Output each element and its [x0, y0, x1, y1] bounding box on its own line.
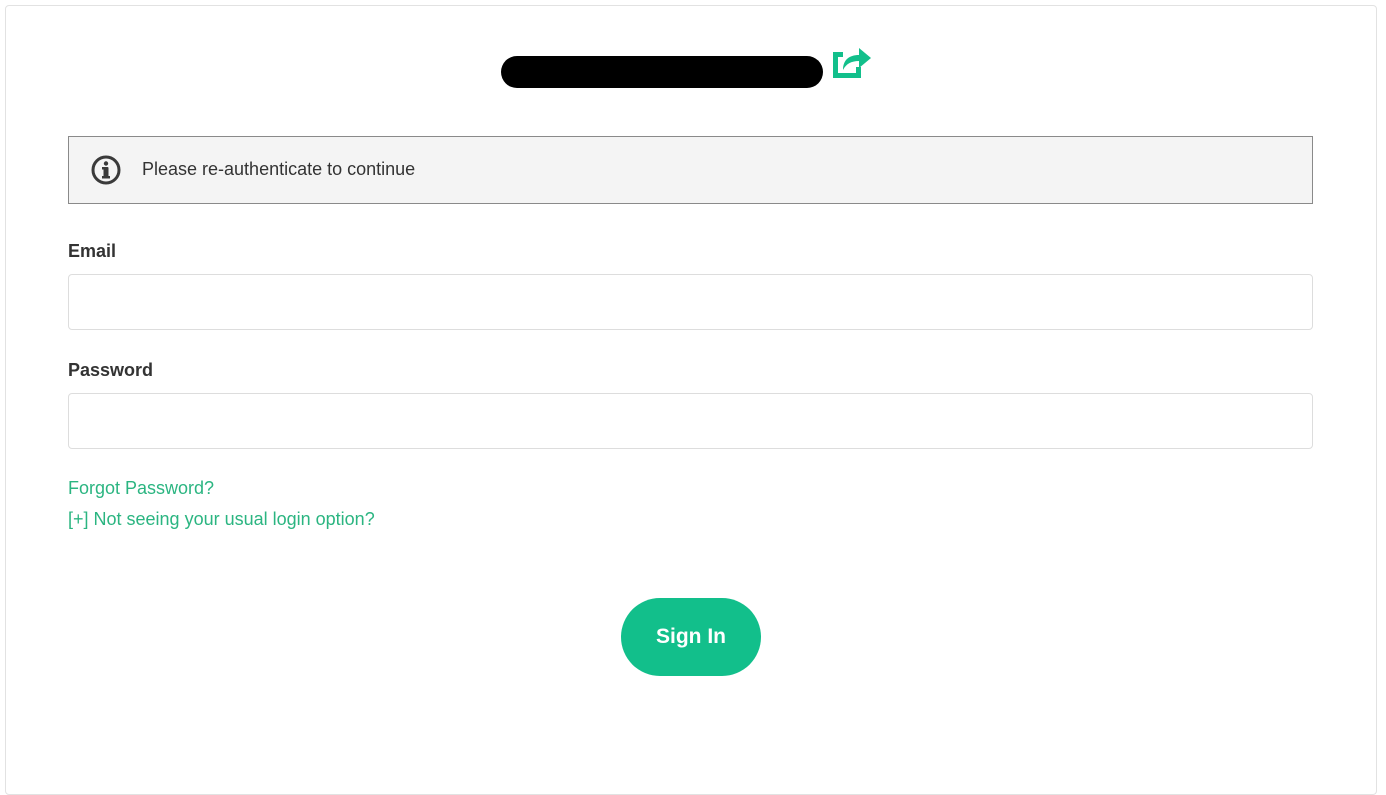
- email-label: Email: [68, 241, 117, 261]
- reauth-alert: Please re-authenticate to continue: [68, 136, 1313, 204]
- alert-message: Please re-authenticate to continue: [142, 159, 416, 179]
- other-login-options-link[interactable]: [+] Not seeing your usual login option?: [68, 509, 375, 530]
- password-label: Password: [68, 360, 154, 380]
- redacted-logo: [501, 56, 823, 88]
- sign-in-button[interactable]: Sign In: [621, 598, 761, 676]
- login-card: Please re-authenticate to continue Email…: [5, 5, 1377, 795]
- password-field[interactable]: [68, 393, 1313, 449]
- info-icon: [90, 154, 122, 186]
- forgot-password-link[interactable]: Forgot Password?: [68, 478, 214, 499]
- external-link-icon[interactable]: [829, 42, 873, 82]
- header: [6, 42, 1376, 90]
- email-field[interactable]: [68, 274, 1313, 330]
